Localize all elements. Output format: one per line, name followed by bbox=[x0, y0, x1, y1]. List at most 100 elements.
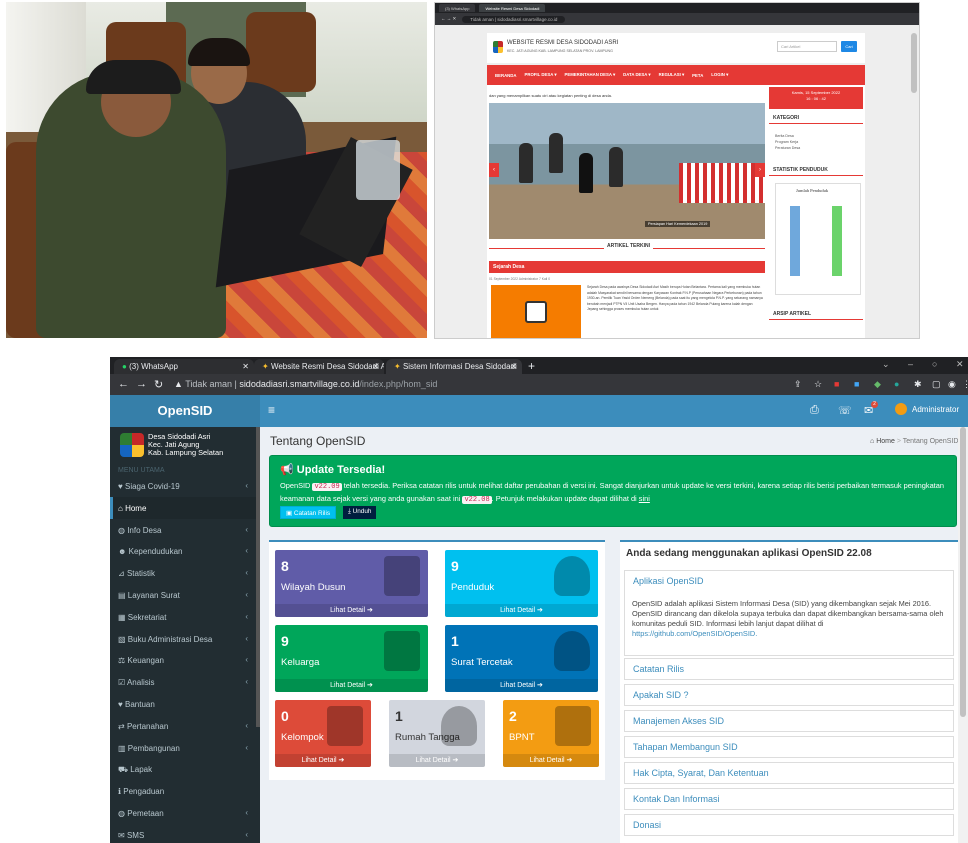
extension-icon[interactable]: ■ bbox=[854, 379, 859, 389]
breadcrumb-home[interactable]: Home bbox=[876, 438, 895, 445]
accordion-hak-cipta-syarat-dan-ketentuan[interactable]: Hak Cipta, Syarat, Dan Ketentuan bbox=[624, 762, 954, 784]
accordion-apakah-sid[interactable]: Apakah SID ? bbox=[624, 684, 954, 706]
chart-bar[interactable] bbox=[790, 206, 800, 276]
sidebar-item-statistik[interactable]: ⊿ Statistik ‹ bbox=[110, 562, 256, 584]
back-icon[interactable]: ← bbox=[118, 378, 129, 390]
sidebar-item-pengaduan[interactable]: ℹ Pengaduan bbox=[110, 780, 256, 802]
stat-value: 0 bbox=[281, 708, 289, 724]
sidebar-item-home[interactable]: ⌂ Home bbox=[110, 496, 256, 519]
sidebar-item-siaga-covid-19[interactable]: ♥ Siaga Covid-19 ‹ bbox=[110, 475, 256, 497]
view-detail-link[interactable]: Lihat Detail ➔ bbox=[275, 679, 428, 692]
sidebar-item-sms[interactable]: ✉ SMS ‹ bbox=[110, 824, 256, 843]
release-notes-button[interactable]: ▣ Catatan Rilis bbox=[280, 506, 337, 519]
accordion-kontak-dan-informasi[interactable]: Kontak Dan Informasi bbox=[624, 788, 954, 810]
mini-tab[interactable]: (3) WhatsApp bbox=[439, 4, 476, 12]
puzzle-icon[interactable]: ✱ bbox=[914, 379, 922, 390]
sidepanel-icon[interactable]: ▢ bbox=[932, 379, 941, 390]
page-scrollbar[interactable] bbox=[958, 427, 968, 843]
site-nav-item[interactable]: PEMERINTAHAN DESA ▾ bbox=[565, 72, 616, 78]
print-icon[interactable]: ⎙ bbox=[810, 404, 819, 417]
close-icon[interactable]: ✕ bbox=[510, 362, 517, 371]
accordion-catatan-rilis[interactable]: Catatan Rilis bbox=[624, 658, 954, 680]
scrollbar[interactable] bbox=[911, 33, 917, 93]
browser-tab-opensid[interactable]: ✦ Sistem Informasi Desa Sidodadi ✕ bbox=[386, 359, 522, 374]
mini-tab[interactable]: Website Resmi Desa Sidodadi bbox=[479, 4, 546, 12]
browser-tab-website[interactable]: ✦ Website Resmi Desa Sidodadi As ✕ bbox=[254, 359, 384, 374]
hamburger-icon[interactable]: ≡ bbox=[268, 403, 275, 417]
pie-chart-icon bbox=[555, 706, 591, 746]
slider-next-icon[interactable]: › bbox=[755, 163, 765, 177]
view-detail-link[interactable]: Lihat Detail ➔ bbox=[445, 679, 598, 692]
minimize-icon[interactable]: – bbox=[908, 359, 913, 369]
close-icon[interactable]: ✕ bbox=[242, 362, 249, 371]
sidebar-scrollbar[interactable] bbox=[256, 427, 260, 727]
site-nav-item[interactable]: REGULASI ▾ bbox=[659, 72, 685, 78]
close-icon[interactable]: ✕ bbox=[372, 362, 379, 371]
stat-box-kelompok: 0 Kelompok Lihat Detail ➔ bbox=[275, 700, 371, 767]
site-search-button[interactable]: Cari bbox=[841, 41, 857, 52]
chevron-down-icon[interactable]: ⌄ bbox=[882, 359, 890, 370]
extension-icon[interactable]: ■ bbox=[834, 379, 839, 389]
extension-icon[interactable]: ● bbox=[894, 379, 899, 389]
new-tab-icon[interactable]: + bbox=[528, 359, 535, 373]
forward-icon[interactable]: → bbox=[136, 378, 147, 390]
sidebar-item-lapak[interactable]: ⛟ Lapak bbox=[110, 758, 256, 780]
site-nav-item[interactable]: LOGIN ▾ bbox=[711, 72, 728, 78]
url-field[interactable]: ▲ Tidak aman | sidodadiasri.smartvillage… bbox=[174, 379, 437, 389]
maximize-icon[interactable]: ○ bbox=[932, 359, 937, 369]
sidebar-item-pemetaan[interactable]: ◍ Pemetaan ‹ bbox=[110, 802, 256, 824]
mini-url[interactable]: Tidak aman | sidodadiasri.smartvillage.c… bbox=[462, 15, 566, 23]
post-thumbnail[interactable] bbox=[491, 285, 581, 338]
accordion-title: Tahapan Membangun SID bbox=[633, 742, 738, 752]
sidebar-item-pembangunan[interactable]: ▥ Pembangunan ‹ bbox=[110, 737, 256, 759]
accordion-manajemen-akses-sid[interactable]: Manajemen Akses SID bbox=[624, 710, 954, 732]
extension-icon[interactable]: ◆ bbox=[874, 379, 881, 390]
kategori-item[interactable]: Peraturan Desa bbox=[775, 145, 800, 151]
sidebar-item-keuangan[interactable]: ⚖ Keuangan ‹ bbox=[110, 649, 256, 671]
site-nav-item[interactable]: PROFIL DESA ▾ bbox=[525, 72, 557, 78]
accordion-donasi[interactable]: Donasi bbox=[624, 814, 954, 836]
sidebar-item-info-desa[interactable]: ◍ Info Desa ‹ bbox=[110, 519, 256, 541]
update-guide-link[interactable]: sini bbox=[639, 494, 650, 503]
menu-icon[interactable]: ⋮ bbox=[962, 379, 968, 390]
sidebar-item-kependudukan[interactable]: ☻ Kependudukan ‹ bbox=[110, 540, 256, 562]
sidebar-item-pertanahan[interactable]: ⇄ Pertanahan ‹ bbox=[110, 715, 256, 737]
site-nav-item[interactable]: PETA bbox=[692, 73, 703, 78]
browser-tab-whatsapp[interactable]: ● (3) WhatsApp ✕ bbox=[114, 359, 254, 374]
star-icon[interactable]: ☆ bbox=[814, 379, 822, 390]
site-search-input[interactable]: Cari Artikel bbox=[777, 41, 837, 52]
sidebar-item-layanan-surat[interactable]: ▤ Layanan Surat ‹ bbox=[110, 584, 256, 606]
site-nav-item[interactable]: DATA DESA ▾ bbox=[623, 72, 650, 78]
share-icon[interactable]: ⇪ bbox=[794, 379, 802, 390]
bullhorn-icon: 📢 bbox=[280, 464, 294, 476]
brand-logo[interactable]: OpenSID bbox=[110, 395, 260, 427]
download-button[interactable]: ⤓ Unduh bbox=[343, 506, 377, 519]
sidebar-item-bantuan[interactable]: ♥ Bantuan bbox=[110, 693, 256, 715]
view-detail-link[interactable]: Lihat Detail ➔ bbox=[389, 754, 485, 767]
view-detail-link[interactable]: Lihat Detail ➔ bbox=[503, 754, 599, 767]
chart-bar[interactable] bbox=[832, 206, 842, 276]
accordion-tahapan-membangun-sid[interactable]: Tahapan Membangun SID bbox=[624, 736, 954, 758]
sidebar-item-analisis[interactable]: ☑ Analisis ‹ bbox=[110, 671, 256, 693]
avatar[interactable] bbox=[895, 403, 907, 415]
slider-prev-icon[interactable]: ‹ bbox=[489, 163, 499, 177]
view-detail-link[interactable]: Lihat Detail ➔ bbox=[275, 604, 428, 617]
accordion-title: Aplikasi OpenSID bbox=[633, 576, 704, 586]
sidebar-item-buku-administrasi-desa[interactable]: ▧ Buku Administrasi Desa ‹ bbox=[110, 628, 256, 650]
update-text: . Petunjuk melakukan update dapat diliha… bbox=[491, 494, 637, 503]
update-title-text: Update Tersedia! bbox=[296, 464, 386, 476]
stat-box-wilayah-dusun: 8 Wilayah Dusun Lihat Detail ➔ bbox=[275, 550, 428, 617]
mini-nav-icons[interactable]: ← → ✕ bbox=[441, 16, 456, 22]
scrollbar-thumb[interactable] bbox=[960, 427, 966, 717]
profile-icon[interactable]: ◉ bbox=[948, 379, 956, 390]
view-detail-link[interactable]: Lihat Detail ➔ bbox=[275, 754, 371, 767]
close-window-icon[interactable]: ✕ bbox=[956, 359, 964, 370]
github-link[interactable]: https://github.com/OpenSID/OpenSID. bbox=[632, 629, 757, 638]
site-nav-item[interactable]: BERANDA bbox=[495, 73, 517, 78]
post-title[interactable]: Sejarah Desa bbox=[489, 261, 765, 273]
reload-icon[interactable]: ↻ bbox=[154, 378, 163, 391]
admin-name[interactable]: Administrator bbox=[912, 405, 959, 414]
sidebar-item-sekretariat[interactable]: ▦ Sekretariat ‹ bbox=[110, 606, 256, 628]
chat-icon[interactable]: ☏ bbox=[838, 404, 852, 417]
view-detail-link[interactable]: Lihat Detail ➔ bbox=[445, 604, 598, 617]
